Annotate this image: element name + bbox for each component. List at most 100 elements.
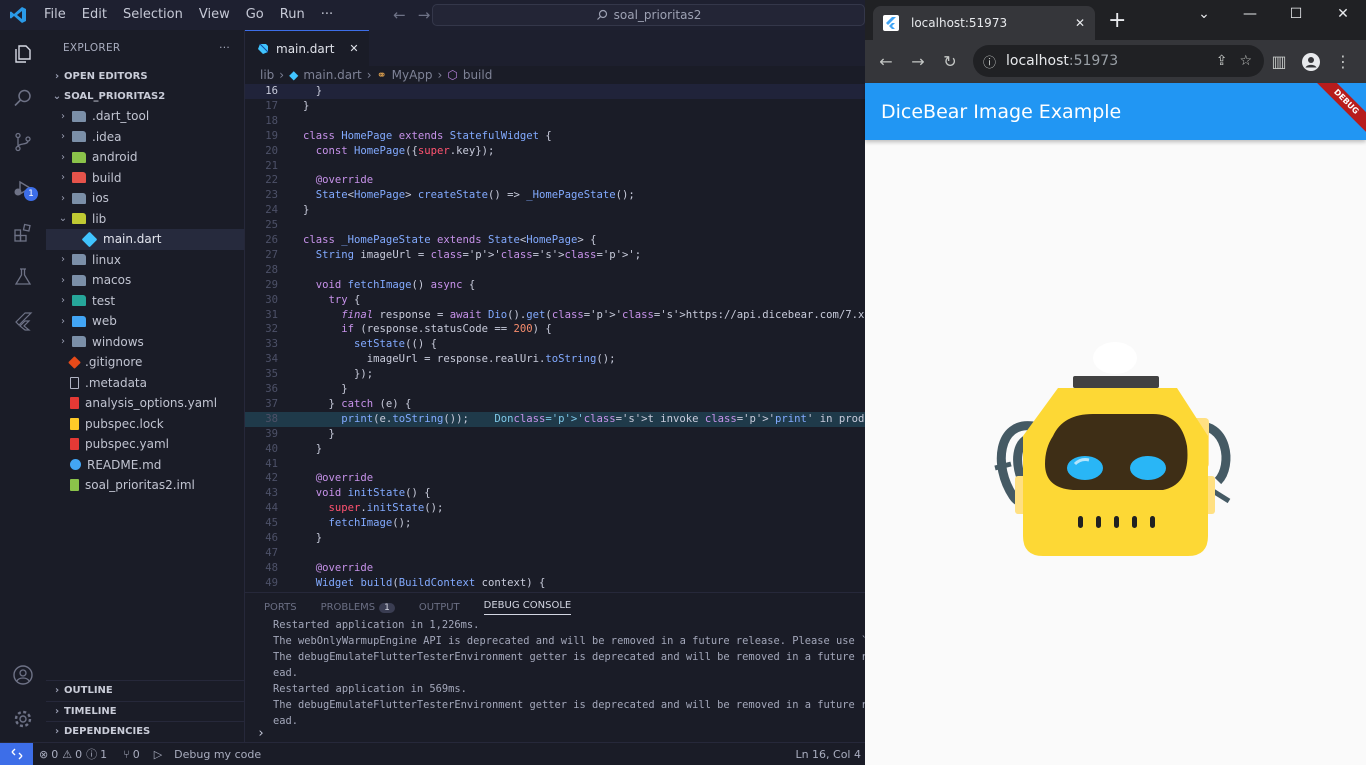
code-line[interactable]: 44 super.initState(); [245,501,865,516]
code-line[interactable]: 18 [245,114,865,129]
tab-main-dart[interactable]: main.dart ✕ [245,30,369,66]
code-line[interactable]: 22 @override [245,173,865,188]
code-line[interactable]: 23 State<HomePage> createState() => _Hom… [245,188,865,203]
tree-item[interactable]: main.dart [46,229,244,250]
tab-ports[interactable]: PORTS [264,602,297,613]
code-line[interactable]: 37 } catch (e) { [245,397,865,412]
code-line[interactable]: 39 } [245,427,865,442]
tree-item[interactable]: pubspec.lock [46,414,244,435]
code-line[interactable]: 35 }); [245,367,865,382]
forward-icon[interactable]: → [902,46,934,78]
breadcrumb-method[interactable]: build [463,68,493,82]
code-line[interactable]: 42 @override [245,471,865,486]
code-line[interactable]: 21 [245,159,865,174]
tab-close-icon[interactable]: ✕ [1075,16,1085,30]
run-debug-icon[interactable]: 1 [8,173,38,203]
code-line[interactable]: 49 Widget build(BuildContext context) { [245,576,865,591]
tab-problems[interactable]: PROBLEMS 1 [321,602,395,613]
site-info-icon[interactable]: ⓘ [983,52,996,71]
new-tab-button[interactable]: + [1108,8,1126,33]
code-line[interactable]: 36 } [245,382,865,397]
breadcrumb-file[interactable]: main.dart [303,68,361,82]
ports-count[interactable]: 0 [133,748,140,761]
code-line[interactable]: 48 @override [245,561,865,576]
back-arrow-icon[interactable]: ← [393,6,406,24]
code-line[interactable]: 25 [245,218,865,233]
code-line[interactable]: 20 const HomePage({super.key}); [245,144,865,159]
warning-count[interactable]: 0 [75,748,82,761]
outline-section[interactable]: › OUTLINE [46,680,245,700]
menu-go[interactable]: Go [238,0,272,30]
remote-icon[interactable] [0,742,33,765]
tab-close-icon[interactable]: ✕ [349,42,358,55]
code-line[interactable]: 27 String imageUrl = class='p'>'class='s… [245,248,865,263]
dependencies-section[interactable]: › DEPENDENCIES [46,721,245,741]
source-control-icon[interactable] [8,127,38,157]
code-line[interactable]: 33 setState(() { [245,337,865,352]
project-section[interactable]: ⌄ SOAL_PRIORITAS2 [46,86,244,106]
side-panel-icon[interactable]: ▥ [1263,46,1295,78]
breadcrumb-lib[interactable]: lib [260,68,274,82]
code-line[interactable]: 24} [245,203,865,218]
code-line[interactable]: 47 [245,546,865,561]
tree-item[interactable]: › web [46,311,244,332]
menu-edit[interactable]: Edit [74,0,115,30]
flutter-icon[interactable] [8,306,38,336]
tab-search-icon[interactable]: ⌄ [1181,0,1227,28]
code-line[interactable]: 32 if (response.statusCode == 200) { [245,322,865,337]
code-line[interactable]: 43 void initState() { [245,486,865,501]
tree-item[interactable]: analysis_options.yaml [46,393,244,414]
settings-gear-icon[interactable] [8,704,38,734]
code-line[interactable]: 19 class HomePage extends StatefulWidget … [245,129,865,144]
error-count[interactable]: 0 [51,748,58,761]
tree-item[interactable]: › .dart_tool [46,106,244,127]
forward-arrow-icon[interactable]: → [418,6,431,24]
code-line[interactable]: 28 [245,263,865,278]
cursor-position[interactable]: Ln 16, Col 4 [795,748,861,761]
code-line[interactable]: 29 void fetchImage() async { [245,278,865,293]
code-line[interactable]: 34 imageUrl = response.realUri.toString(… [245,352,865,367]
tree-item[interactable]: soal_prioritas2.iml [46,475,244,496]
extensions-icon[interactable] [8,218,38,248]
debug-config[interactable]: Debug my code [174,748,261,761]
code-line[interactable]: 30 try { [245,293,865,308]
code-editor[interactable]: 16 } 17} 18 19 class HomePage extends Statef… [245,84,865,592]
tree-item[interactable]: › .idea [46,127,244,148]
tree-item[interactable]: › ios [46,188,244,209]
tree-item[interactable]: › test [46,291,244,312]
explorer-more-icon[interactable]: ··· [219,42,230,54]
timeline-section[interactable]: › TIMELINE [46,701,245,721]
code-line[interactable]: 16 } [245,84,865,99]
code-line[interactable]: 45 fetchImage(); [245,516,865,531]
code-line[interactable]: 26 class _HomePageState extends State<Hom… [245,233,865,248]
menu-more[interactable]: ··· [313,0,341,30]
open-editors-section[interactable]: › OPEN EDITORS [46,66,244,86]
bookmark-star-icon[interactable]: ☆ [1239,53,1252,69]
tree-item[interactable]: .metadata [46,373,244,394]
minimize-icon[interactable]: — [1227,0,1273,28]
account-icon[interactable] [8,660,38,690]
tree-item[interactable]: › windows [46,332,244,353]
reload-icon[interactable]: ↻ [934,46,966,78]
tree-item[interactable]: › build [46,168,244,189]
explorer-icon[interactable] [8,39,38,69]
browser-tab[interactable]: localhost:51973 ✕ [873,6,1095,40]
tab-debug-console[interactable]: DEBUG CONSOLE [483,600,572,615]
console-prompt-icon[interactable]: › [257,726,265,741]
tree-item[interactable]: .gitignore [46,352,244,373]
code-line[interactable]: 17} [245,99,865,114]
maximize-icon[interactable]: ☐ [1273,0,1319,28]
menu-run[interactable]: Run [272,0,313,30]
code-line[interactable]: 46 } [245,531,865,546]
search-icon[interactable] [8,83,38,113]
menu-file[interactable]: File [36,0,74,30]
chrome-menu-icon[interactable]: ⋮ [1327,46,1359,78]
address-bar[interactable]: ⓘ localhost:51973 ⇪ ☆ [973,45,1264,77]
code-line[interactable]: 38 print(e.toString()); Donclass='p'>'cl… [245,411,865,427]
info-count[interactable]: 1 [100,748,107,761]
menu-selection[interactable]: Selection [115,0,191,30]
menu-view[interactable]: View [191,0,238,30]
tree-item[interactable]: › macos [46,270,244,291]
tree-item[interactable]: › linux [46,250,244,271]
tree-item[interactable]: README.md [46,455,244,476]
